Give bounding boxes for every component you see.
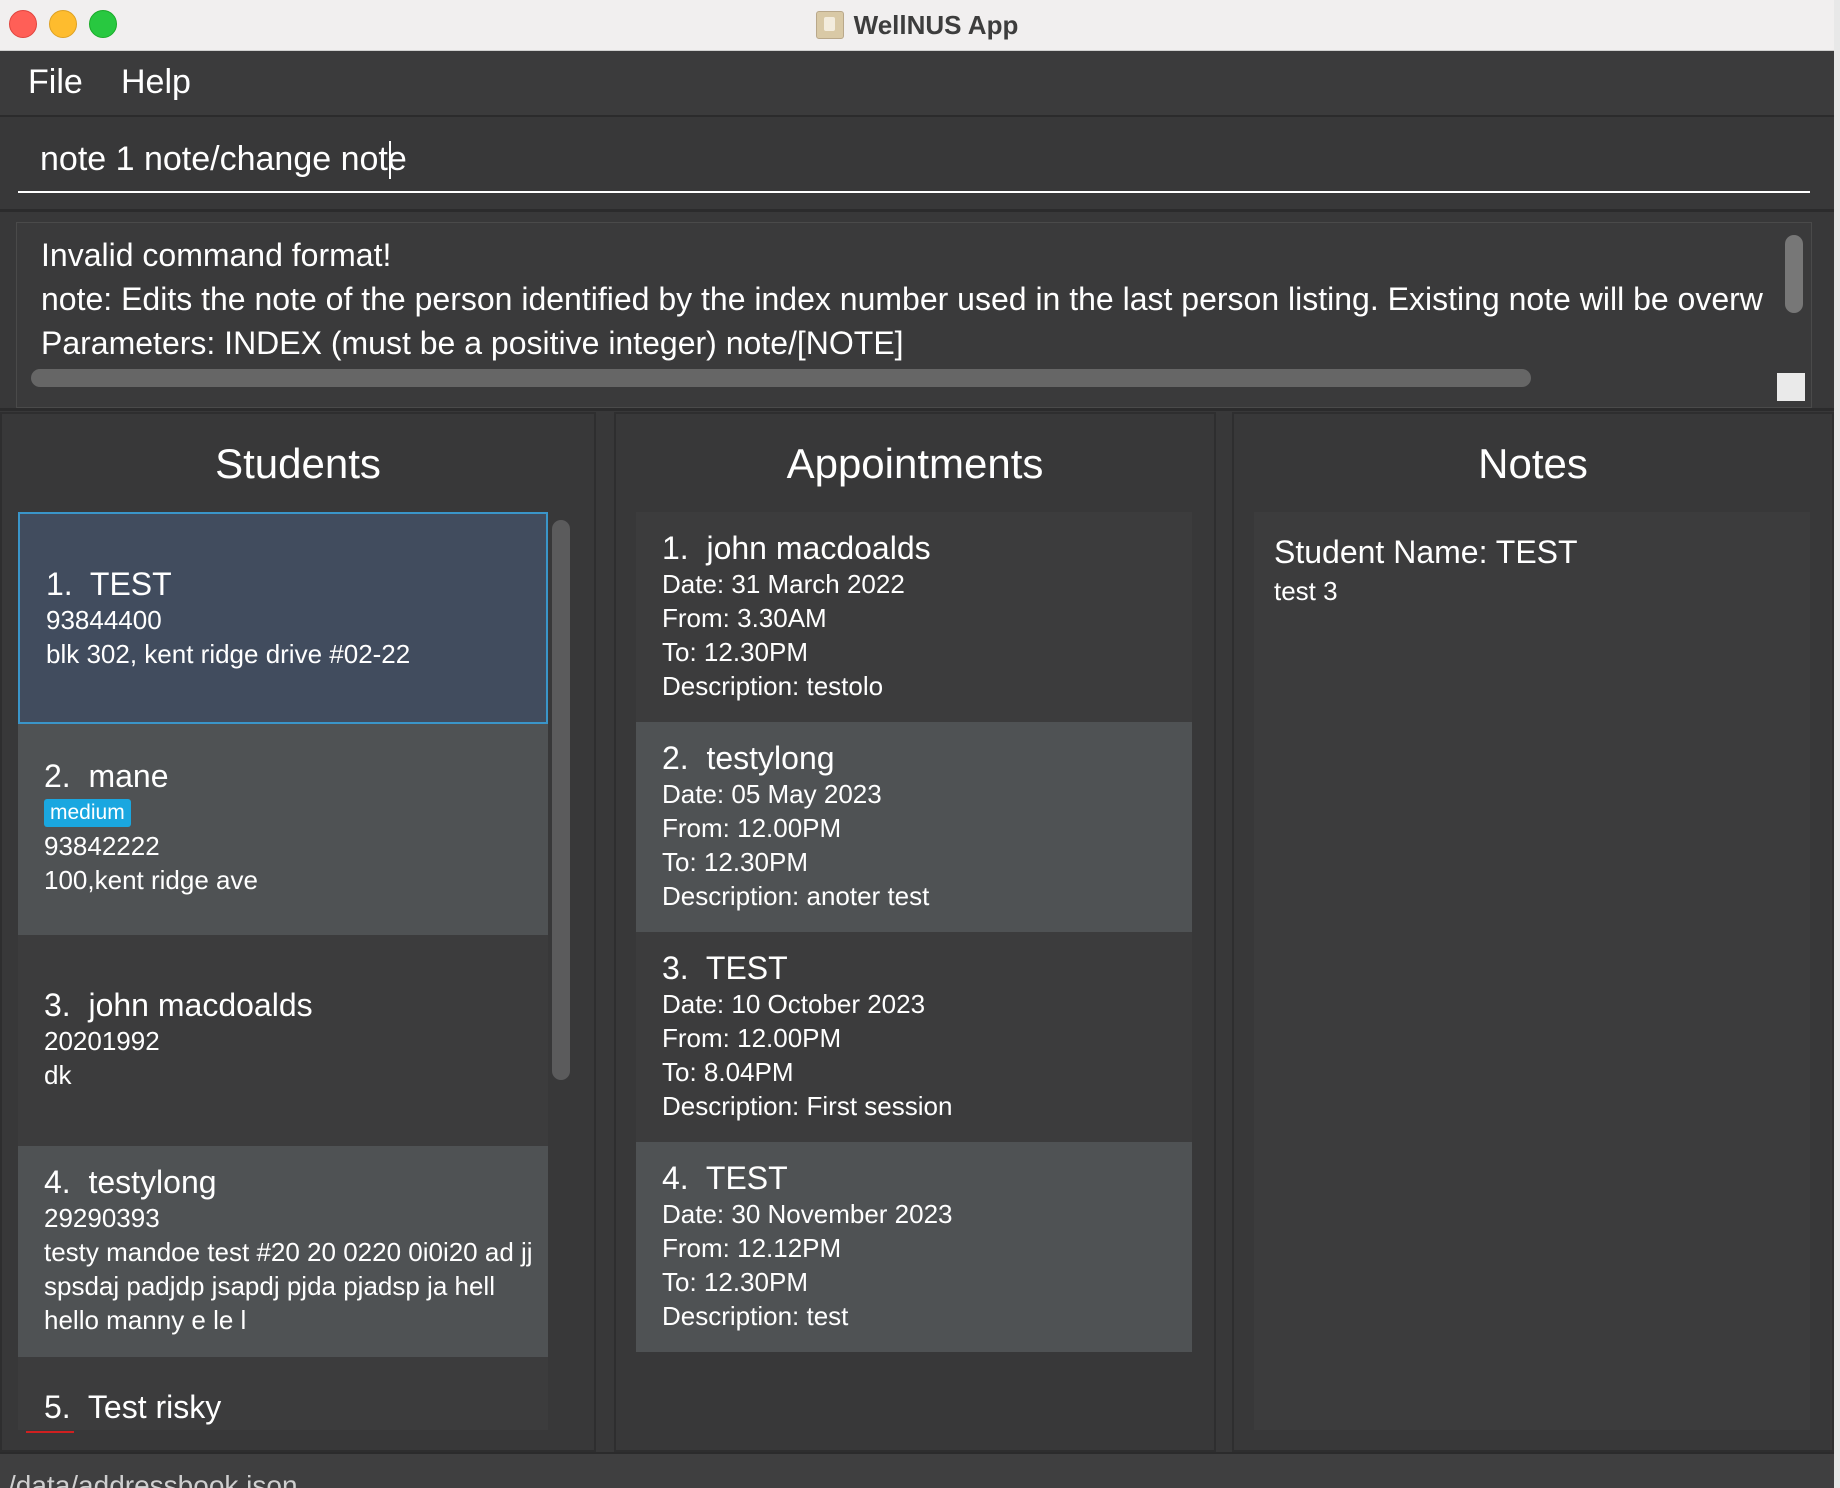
appointment-name: 1. john macdoalds	[662, 530, 931, 566]
appointment-description: Description: anoter test	[662, 881, 930, 911]
appointments-title: Appointments	[786, 440, 1044, 487]
appointment-name: 4. TEST	[662, 1160, 788, 1196]
appointment-to: To: 12.30PM	[662, 847, 808, 877]
student-address: testy mandoe test #20 20 0220 0i0i20 ad …	[44, 1237, 533, 1335]
appointment-to: To: 8.04PM	[662, 1057, 794, 1087]
student-name: 1. TEST	[46, 566, 172, 602]
appointment-to: To: 12.30PM	[662, 1267, 808, 1297]
student-card[interactable]: 1. TEST 93844400 blk 302, kent ridge dri…	[18, 512, 548, 724]
student-name: 2. mane	[44, 758, 169, 794]
appointments-panel: Appointments 1. john macdoalds Date: 31 …	[614, 412, 1216, 1452]
appointment-card[interactable]: 1. john macdoalds Date: 31 March 2022 Fr…	[636, 512, 1192, 722]
notes-panel: Notes Student Name: TEST test 3	[1232, 412, 1834, 1452]
status-bar: /data/addressbook.json	[0, 1452, 1834, 1488]
appointment-from: From: 12.00PM	[662, 1023, 842, 1053]
student-card[interactable]: 4. testylong 29290393 testy mandoe test …	[18, 1146, 548, 1357]
appointment-name: 3. TEST	[662, 950, 788, 986]
appointment-date: Date: 05 May 2023	[662, 779, 882, 809]
appointment-name: 2. testylong	[662, 740, 835, 776]
appointment-description: Description: test	[662, 1301, 849, 1331]
data-file-path: /data/addressbook.json	[8, 1470, 298, 1488]
student-card[interactable]: 5. Test risky	[18, 1357, 548, 1430]
appointment-from: From: 3.30AM	[662, 603, 827, 633]
note-body: test 3	[1274, 576, 1338, 606]
app-window: WellNUS App File Help Invalid command fo…	[0, 0, 1834, 1488]
command-input[interactable]	[18, 127, 1810, 193]
window-edge	[1834, 0, 1840, 1488]
vertical-scrollbar[interactable]	[1785, 235, 1803, 313]
appointment-date: Date: 31 March 2022	[662, 569, 905, 599]
appointment-description: Description: testolo	[662, 671, 884, 701]
menu-help[interactable]: Help	[121, 63, 191, 102]
window-title: WellNUS App	[853, 9, 1019, 40]
student-phone: 93844400	[46, 605, 162, 635]
students-title: Students	[215, 440, 381, 487]
student-name: 4. testylong	[44, 1164, 217, 1200]
student-name: 5. Test risky	[44, 1389, 222, 1425]
tag-badge: medium	[44, 799, 131, 827]
students-panel: Students 1. TEST 93844400 blk 302, kent …	[0, 412, 596, 1452]
note-card[interactable]: Student Name: TEST test 3	[1254, 512, 1810, 1430]
appointment-card[interactable]: 4. TEST Date: 30 November 2023 From: 12.…	[636, 1142, 1192, 1352]
students-scrollbar[interactable]	[552, 520, 570, 1080]
command-box	[0, 117, 1834, 212]
result-text-area[interactable]: Invalid command format! note: Edits the …	[16, 222, 1812, 408]
student-name: 3. john macdoalds	[44, 987, 313, 1023]
student-address: dk	[44, 1060, 72, 1090]
student-phone: 20201992	[44, 1026, 160, 1056]
menu-file[interactable]: File	[28, 63, 83, 102]
result-line: Invalid command format!	[41, 237, 392, 273]
student-address: blk 302, kent ridge drive #02-22	[46, 639, 411, 669]
note-student-name: Student Name: TEST	[1274, 534, 1578, 570]
result-line: Parameters: INDEX (must be a positive in…	[41, 325, 904, 361]
appointment-date: Date: 30 November 2023	[662, 1199, 953, 1229]
app-icon	[815, 11, 844, 39]
student-card[interactable]: 3. john macdoalds 20201992 dk	[18, 935, 548, 1146]
student-phone: 29290393	[44, 1203, 160, 1233]
risk-indicator-line	[26, 1431, 74, 1433]
appointment-to: To: 12.30PM	[662, 637, 808, 667]
horizontal-scrollbar[interactable]	[31, 369, 1531, 387]
student-address: 100,kent ridge ave	[44, 865, 258, 895]
result-display: Invalid command format! note: Edits the …	[0, 212, 1834, 411]
title-bar: WellNUS App	[0, 0, 1834, 51]
student-card[interactable]: 2. mane medium 93842222 100,kent ridge a…	[18, 724, 548, 935]
notes-title: Notes	[1478, 440, 1588, 487]
appointment-card[interactable]: 2. testylong Date: 05 May 2023 From: 12.…	[636, 722, 1192, 932]
appointment-date: Date: 10 October 2023	[662, 989, 926, 1019]
appointment-from: From: 12.00PM	[662, 813, 842, 843]
appointment-description: Description: First session	[662, 1091, 953, 1121]
students-list: 1. TEST 93844400 blk 302, kent ridge dri…	[18, 512, 548, 1430]
menu-bar: File Help	[0, 51, 1834, 117]
result-line: note: Edits the note of the person ident…	[41, 281, 1763, 317]
text-caret	[389, 141, 391, 179]
student-phone: 93842222	[44, 831, 160, 861]
scroll-corner	[1777, 373, 1805, 401]
appointments-list: 1. john macdoalds Date: 31 March 2022 Fr…	[636, 512, 1192, 1430]
appointment-from: From: 12.12PM	[662, 1233, 842, 1263]
appointment-card[interactable]: 3. TEST Date: 10 October 2023 From: 12.0…	[636, 932, 1192, 1142]
